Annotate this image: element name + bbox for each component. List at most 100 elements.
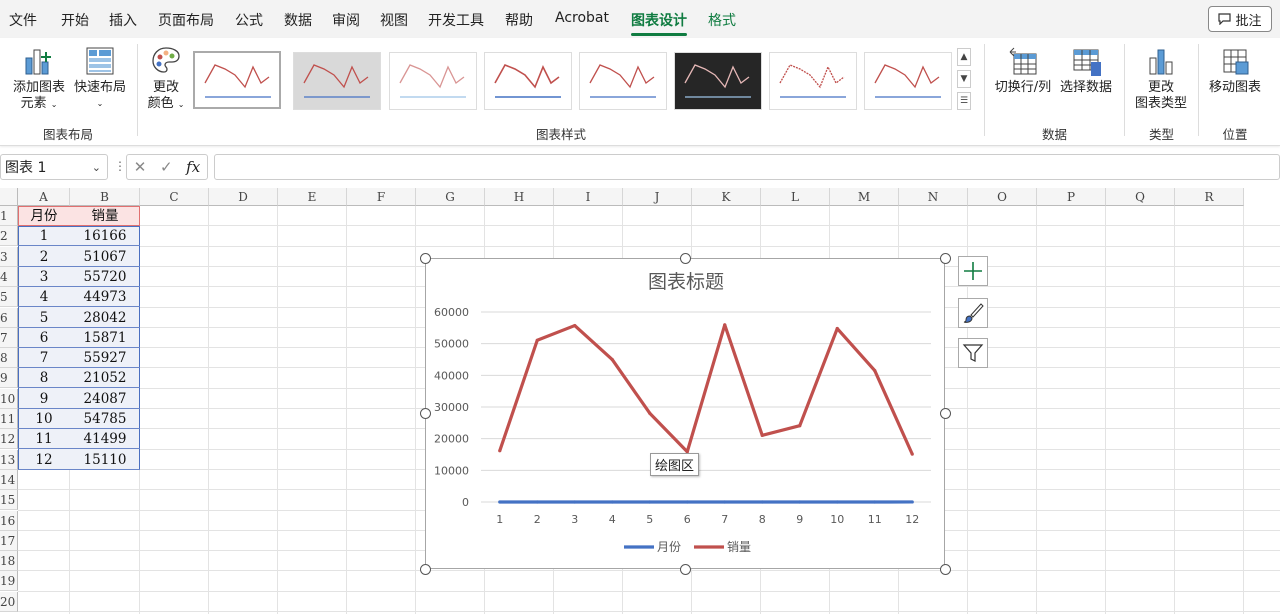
chart-styles-button[interactable] — [958, 298, 988, 328]
data-point[interactable] — [835, 500, 839, 504]
column-header-R[interactable]: R — [1175, 188, 1244, 206]
chart-style-2[interactable] — [293, 52, 381, 110]
column-header-D[interactable]: D — [209, 188, 278, 206]
table-cell[interactable]: 28042 — [70, 308, 140, 328]
menu-file[interactable]: 文件 — [9, 10, 37, 30]
name-box[interactable]: 图表 1 ⌄ — [0, 154, 108, 180]
column-header-H[interactable]: H — [485, 188, 554, 206]
chart-style-5[interactable] — [579, 52, 667, 110]
row-header-20[interactable]: 20 — [0, 591, 18, 612]
column-header-M[interactable]: M — [830, 188, 899, 206]
legend-label[interactable]: 月份 — [657, 540, 681, 554]
table-cell[interactable]: 51067 — [70, 247, 140, 267]
resize-handle-bottom[interactable] — [680, 564, 691, 575]
data-point[interactable] — [760, 500, 764, 504]
data-point[interactable] — [760, 433, 764, 437]
menu-home[interactable]: 开始 — [61, 10, 89, 30]
data-point[interactable] — [798, 424, 802, 428]
data-point[interactable] — [498, 500, 502, 504]
menu-view[interactable]: 视图 — [380, 10, 408, 30]
data-point[interactable] — [535, 338, 539, 342]
chart-style-1[interactable] — [193, 51, 281, 109]
quick-layout-button[interactable]: 快速布局 ⌄ — [72, 44, 128, 112]
table-cell[interactable]: 24087 — [70, 389, 140, 409]
data-point[interactable] — [610, 357, 614, 362]
table-cell[interactable]: 10 — [18, 409, 70, 429]
legend-label[interactable]: 销量 — [727, 540, 751, 554]
column-header-Q[interactable]: Q — [1106, 188, 1175, 206]
styles-more-button[interactable]: ☰ — [957, 92, 971, 110]
row-header-3[interactable]: 3 — [0, 246, 18, 267]
table-cell[interactable]: 4 — [18, 287, 70, 308]
column-header-P[interactable]: P — [1037, 188, 1106, 206]
cancel-icon[interactable]: ✕ — [134, 158, 147, 176]
data-point[interactable] — [723, 323, 727, 327]
switch-row-column-button[interactable]: 切换行/列 — [992, 44, 1054, 96]
row-header-4[interactable]: 4 — [0, 266, 18, 287]
row-header-7[interactable]: 7 — [0, 327, 18, 348]
table-cell[interactable]: 5 — [18, 308, 70, 328]
menu-review[interactable]: 审阅 — [332, 10, 360, 30]
resize-handle-top-left[interactable] — [420, 253, 431, 264]
formula-input[interactable] — [214, 154, 1280, 180]
row-header-10[interactable]: 10 — [0, 388, 18, 409]
menu-acrobat[interactable]: Acrobat — [555, 10, 609, 26]
column-header-A[interactable]: A — [18, 188, 70, 206]
menu-insert[interactable]: 插入 — [109, 10, 137, 30]
table-cell[interactable]: 21052 — [70, 368, 140, 389]
data-point[interactable] — [573, 323, 577, 328]
chart-elements-button[interactable] — [958, 256, 988, 286]
column-header-K[interactable]: K — [692, 188, 761, 206]
table-cell[interactable]: 15871 — [70, 328, 140, 348]
table-cell[interactable]: 11 — [18, 429, 70, 450]
change-chart-type-button[interactable]: 更改 图表类型 — [1130, 44, 1192, 112]
row-header-14[interactable]: 14 — [0, 469, 18, 490]
menu-page-layout[interactable]: 页面布局 — [158, 10, 214, 30]
resize-handle-right[interactable] — [940, 408, 951, 419]
table-cell[interactable]: 55720 — [70, 267, 140, 287]
series-month[interactable] — [498, 500, 914, 504]
data-point[interactable] — [535, 500, 539, 504]
row-header-16[interactable]: 16 — [0, 510, 18, 531]
table-cell[interactable]: 9 — [18, 389, 70, 409]
table-cell[interactable]: 6 — [18, 328, 70, 348]
row-header-13[interactable]: 13 — [0, 449, 18, 470]
resize-handle-left[interactable] — [420, 408, 431, 419]
data-point[interactable] — [610, 500, 614, 504]
column-header-G[interactable]: G — [416, 188, 485, 206]
column-header-L[interactable]: L — [761, 188, 830, 206]
enter-icon[interactable]: ✓ — [160, 158, 173, 176]
menu-format[interactable]: 格式 — [708, 10, 736, 30]
series-sales[interactable] — [498, 323, 914, 456]
styles-scroll-up[interactable]: ▲ — [957, 48, 971, 66]
row-header-2[interactable]: 2 — [0, 226, 18, 247]
chart-style-8[interactable] — [864, 52, 952, 110]
data-point[interactable] — [835, 326, 839, 331]
table-cell[interactable]: 8 — [18, 368, 70, 389]
table-cell[interactable]: 2 — [18, 247, 70, 267]
chart-filters-button[interactable] — [958, 338, 988, 368]
data-point[interactable] — [498, 449, 502, 453]
table-header-cell[interactable]: 销量 — [70, 206, 140, 226]
styles-scroll-down[interactable]: ▼ — [957, 70, 971, 88]
select-all-corner[interactable] — [0, 188, 18, 206]
menu-help[interactable]: 帮助 — [505, 10, 533, 30]
row-header-5[interactable]: 5 — [0, 287, 18, 308]
table-cell[interactable]: 41499 — [70, 429, 140, 450]
table-cell[interactable]: 55927 — [70, 348, 140, 369]
table-cell[interactable]: 54785 — [70, 409, 140, 429]
row-header-12[interactable]: 12 — [0, 429, 18, 450]
row-header-6[interactable]: 6 — [0, 307, 18, 328]
chart-legend[interactable]: 月份 销量 — [624, 540, 751, 554]
resize-handle-bottom-left[interactable] — [420, 564, 431, 575]
menu-developer[interactable]: 开发工具 — [428, 10, 484, 30]
data-point[interactable] — [873, 500, 877, 504]
resize-handle-bottom-right[interactable] — [940, 564, 951, 575]
row-header-1[interactable]: 1 — [0, 206, 18, 226]
column-header-J[interactable]: J — [623, 188, 692, 206]
menu-chart-design[interactable]: 图表设计 — [631, 10, 687, 36]
comment-button[interactable]: 批注 — [1208, 6, 1272, 32]
data-point[interactable] — [648, 411, 652, 415]
table-cell[interactable]: 16166 — [70, 226, 140, 247]
data-point[interactable] — [873, 368, 877, 373]
